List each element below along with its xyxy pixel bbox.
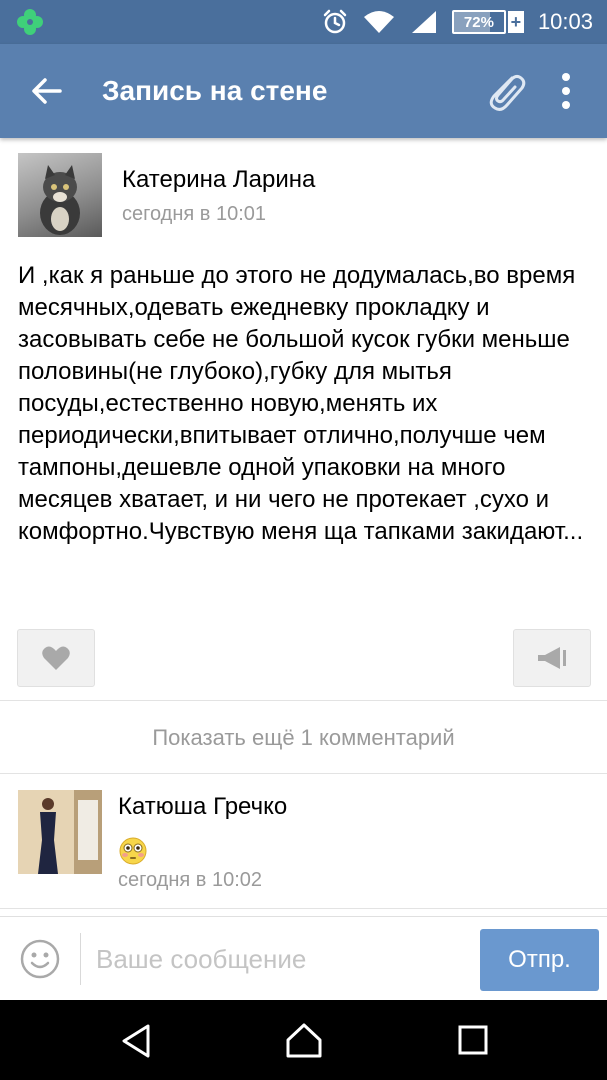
signal-icon <box>410 9 438 35</box>
battery-charging-plus: + <box>507 11 524 33</box>
author-avatar[interactable] <box>18 153 102 237</box>
message-input-bar: Отпр. <box>0 916 607 1000</box>
divider <box>0 908 607 909</box>
arrow-left-icon[interactable] <box>30 74 64 108</box>
like-button[interactable] <box>17 629 95 687</box>
paperclip-icon[interactable] <box>482 68 530 116</box>
comment-timestamp: сегодня в 10:02 <box>118 869 262 891</box>
nav-recent-icon[interactable] <box>457 1024 489 1056</box>
more-vert-icon[interactable] <box>552 70 580 112</box>
page-title: Запись на стене <box>102 75 328 106</box>
nav-home-icon[interactable] <box>284 1020 324 1060</box>
battery-indicator: 72% + <box>451 10 524 34</box>
nav-back-icon[interactable] <box>118 1022 154 1060</box>
message-input[interactable] <box>96 935 466 983</box>
kitten-photo <box>40 165 80 235</box>
send-button[interactable]: Отпр. <box>480 929 599 991</box>
divider <box>0 700 607 701</box>
flushed-face-emoji <box>119 837 147 865</box>
status-time: 10:03 <box>537 9 593 34</box>
post-body: И ,как я раньше до этого не додумалась,в… <box>18 262 584 545</box>
status-bar: 72% + 10:03 <box>0 0 607 44</box>
show-more-comments[interactable]: Показать ещё 1 комментарий <box>0 703 607 773</box>
smiley-icon[interactable] <box>20 939 60 979</box>
battery-label: 72% <box>463 13 494 31</box>
divider <box>0 773 607 774</box>
share-button[interactable] <box>513 629 591 687</box>
wifi-icon <box>362 9 396 35</box>
input-separator <box>80 933 81 985</box>
commenter-photo <box>18 790 102 874</box>
system-nav-bar <box>0 1000 607 1080</box>
author-name[interactable]: Катерина Ларина <box>122 166 315 194</box>
commenter-avatar[interactable] <box>18 790 102 874</box>
alarm-icon <box>322 9 348 35</box>
clover-icon <box>17 9 43 35</box>
post-timestamp: сегодня в 10:01 <box>122 203 266 225</box>
commenter-name[interactable]: Катюша Гречко <box>118 793 287 821</box>
app-bar: Запись на стене <box>0 44 607 138</box>
megaphone-icon <box>538 647 566 669</box>
heart-icon <box>42 646 70 670</box>
